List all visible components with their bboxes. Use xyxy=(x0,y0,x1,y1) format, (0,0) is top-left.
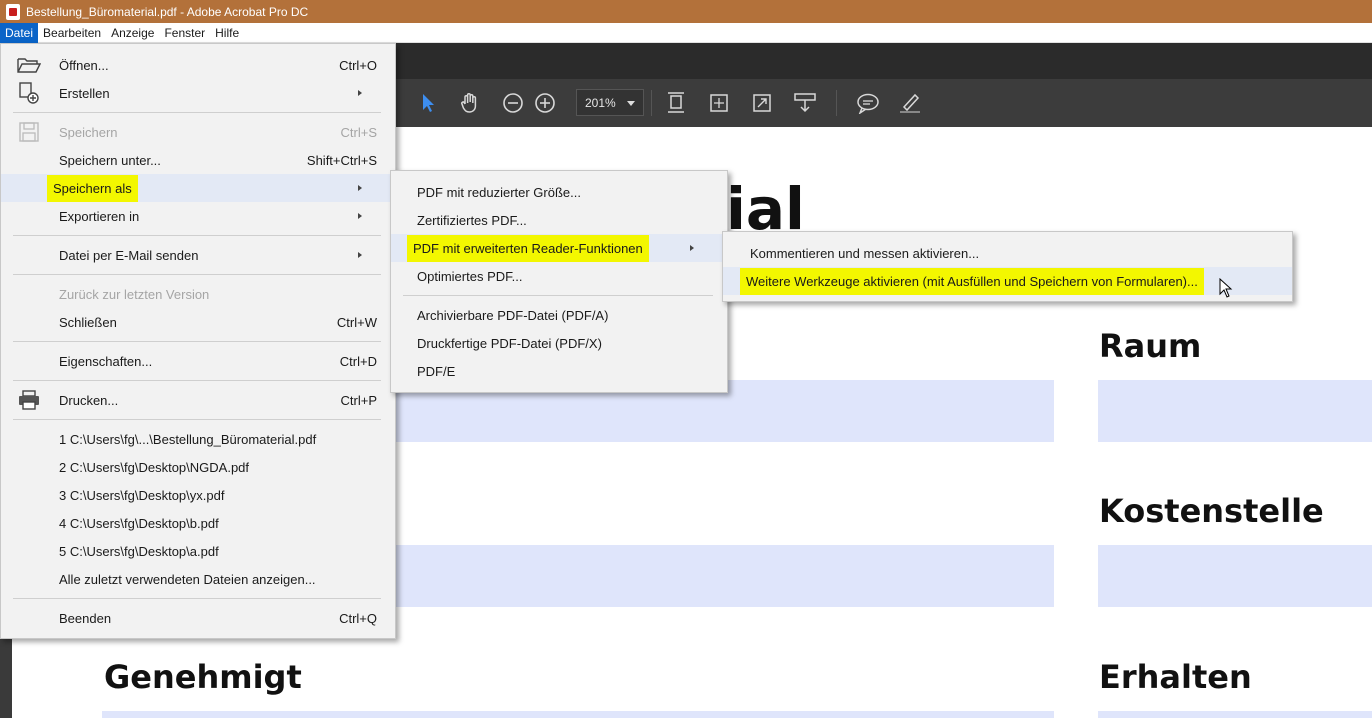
full-screen-icon[interactable] xyxy=(750,91,774,115)
menu-item-optimiertes-pdf[interactable]: Optimiertes PDF... xyxy=(391,262,727,290)
menu-item-pdf-e[interactable]: PDF/E xyxy=(391,357,727,385)
menu-datei[interactable]: Datei xyxy=(0,22,39,43)
zoom-in-icon[interactable] xyxy=(533,91,557,115)
submenu-arrow-icon xyxy=(358,252,362,258)
highlight-icon[interactable] xyxy=(898,91,922,115)
menu-separator xyxy=(13,274,381,275)
menu-separator xyxy=(403,295,713,296)
create-pdf-icon xyxy=(17,82,41,104)
menu-separator xyxy=(13,235,381,236)
document-title: ial xyxy=(726,175,805,243)
recent-file-1[interactable]: 1 C:\Users\fg\...\Bestellung_Büromateria… xyxy=(1,425,395,453)
scroll-mode-icon[interactable] xyxy=(793,91,817,115)
comment-icon[interactable] xyxy=(856,91,880,115)
menu-item-erstellen[interactable]: Erstellen xyxy=(1,79,395,107)
menu-separator xyxy=(13,598,381,599)
zoom-level-dropdown[interactable]: 201% xyxy=(576,89,644,116)
menu-item-exportieren-in[interactable]: Exportieren in xyxy=(1,202,395,230)
submenu-arrow-icon xyxy=(358,185,362,191)
menu-separator xyxy=(13,380,381,381)
form-field-kostenstelle[interactable] xyxy=(1098,545,1372,607)
menu-item-drucken[interactable]: Drucken... Ctrl+P xyxy=(1,386,395,414)
zoom-out-icon[interactable] xyxy=(501,91,525,115)
menu-separator xyxy=(13,341,381,342)
menu-separator xyxy=(13,419,381,420)
submenu-arrow-icon xyxy=(358,90,362,96)
zoom-level-value: 201% xyxy=(585,95,616,110)
label-raum: Raum xyxy=(1099,327,1202,365)
menu-bar: Datei Bearbeiten Anzeige Fenster Hilfe xyxy=(0,22,1372,43)
form-field-raum[interactable] xyxy=(1098,380,1372,442)
title-bar: Bestellung_Büromaterial.pdf - Adobe Acro… xyxy=(0,0,1372,23)
fit-width-icon[interactable] xyxy=(707,91,731,115)
menu-item-alle-dateien[interactable]: Alle zuletzt verwendeten Dateien anzeige… xyxy=(1,565,395,593)
menu-item-pdf-x[interactable]: Druckfertige PDF-Datei (PDF/X) xyxy=(391,329,727,357)
menu-anzeige[interactable]: Anzeige xyxy=(106,23,159,43)
folder-open-icon xyxy=(17,54,41,76)
submenu-arrow-icon xyxy=(358,213,362,219)
chevron-down-icon xyxy=(627,101,635,106)
acrobat-app-icon xyxy=(6,3,20,20)
menu-item-reduzierte-groesse[interactable]: PDF mit reduzierter Größe... xyxy=(391,178,727,206)
label-erhalten: Erhalten xyxy=(1099,658,1252,696)
menu-item-pdf-a[interactable]: Archivierbare PDF-Datei (PDF/A) xyxy=(391,301,727,329)
toolbar-divider xyxy=(651,90,652,116)
menu-item-email-senden[interactable]: Datei per E-Mail senden xyxy=(1,241,395,269)
recent-file-2[interactable]: 2 C:\Users\fg\Desktop\NGDA.pdf xyxy=(1,453,395,481)
menu-item-zertifiziertes-pdf[interactable]: Zertifiziertes PDF... xyxy=(391,206,727,234)
window-title: Bestellung_Büromaterial.pdf - Adobe Acro… xyxy=(26,4,309,19)
toolbar-divider xyxy=(836,90,837,116)
menu-item-schliessen[interactable]: Schließen Ctrl+W xyxy=(1,308,395,336)
hand-icon[interactable] xyxy=(458,91,482,115)
printer-icon xyxy=(17,389,41,411)
menu-item-letzte-version[interactable]: Zurück zur letzten Version xyxy=(1,280,395,308)
save-as-submenu: PDF mit reduzierter Größe... Zertifizier… xyxy=(390,170,728,393)
menu-item-beenden[interactable]: Beenden Ctrl+Q xyxy=(1,604,395,632)
fit-page-icon[interactable] xyxy=(664,91,688,115)
reader-functions-submenu: Kommentieren und messen aktivieren... We… xyxy=(722,231,1293,302)
menu-item-speichern-als[interactable]: Speichern als xyxy=(1,174,395,202)
file-menu: Öffnen... Ctrl+O Erstellen Speichern Ctr… xyxy=(0,43,396,639)
label-genehmigt: Genehmigt xyxy=(104,658,302,696)
menu-item-speichern-unter[interactable]: Speichern unter... Shift+Ctrl+S xyxy=(1,146,395,174)
save-disk-icon xyxy=(17,121,41,143)
menu-hilfe[interactable]: Hilfe xyxy=(210,23,244,43)
menu-item-oeffnen[interactable]: Öffnen... Ctrl+O xyxy=(1,51,395,79)
menu-bearbeiten[interactable]: Bearbeiten xyxy=(38,23,106,43)
label-kostenstelle: Kostenstelle xyxy=(1099,492,1324,530)
mouse-cursor-icon xyxy=(1219,277,1233,298)
recent-file-3[interactable]: 3 C:\Users\fg\Desktop\yx.pdf xyxy=(1,481,395,509)
form-field-genehmigt[interactable] xyxy=(102,711,1054,718)
menu-item-speichern[interactable]: Speichern Ctrl+S xyxy=(1,118,395,146)
recent-file-4[interactable]: 4 C:\Users\fg\Desktop\b.pdf xyxy=(1,509,395,537)
recent-file-5[interactable]: 5 C:\Users\fg\Desktop\a.pdf xyxy=(1,537,395,565)
menu-item-kommentieren-messen[interactable]: Kommentieren und messen aktivieren... xyxy=(723,239,1292,267)
menu-fenster[interactable]: Fenster xyxy=(159,23,210,43)
menu-separator xyxy=(13,112,381,113)
menu-item-weitere-werkzeuge[interactable]: Weitere Werkzeuge aktivieren (mit Ausfül… xyxy=(723,267,1292,295)
submenu-arrow-icon xyxy=(690,245,694,251)
menu-item-erweiterte-reader-funktionen[interactable]: PDF mit erweiterten Reader-Funktionen xyxy=(391,234,727,262)
menu-item-eigenschaften[interactable]: Eigenschaften... Ctrl+D xyxy=(1,347,395,375)
form-field-erhalten[interactable] xyxy=(1098,711,1372,718)
select-arrow-icon[interactable] xyxy=(416,91,440,115)
